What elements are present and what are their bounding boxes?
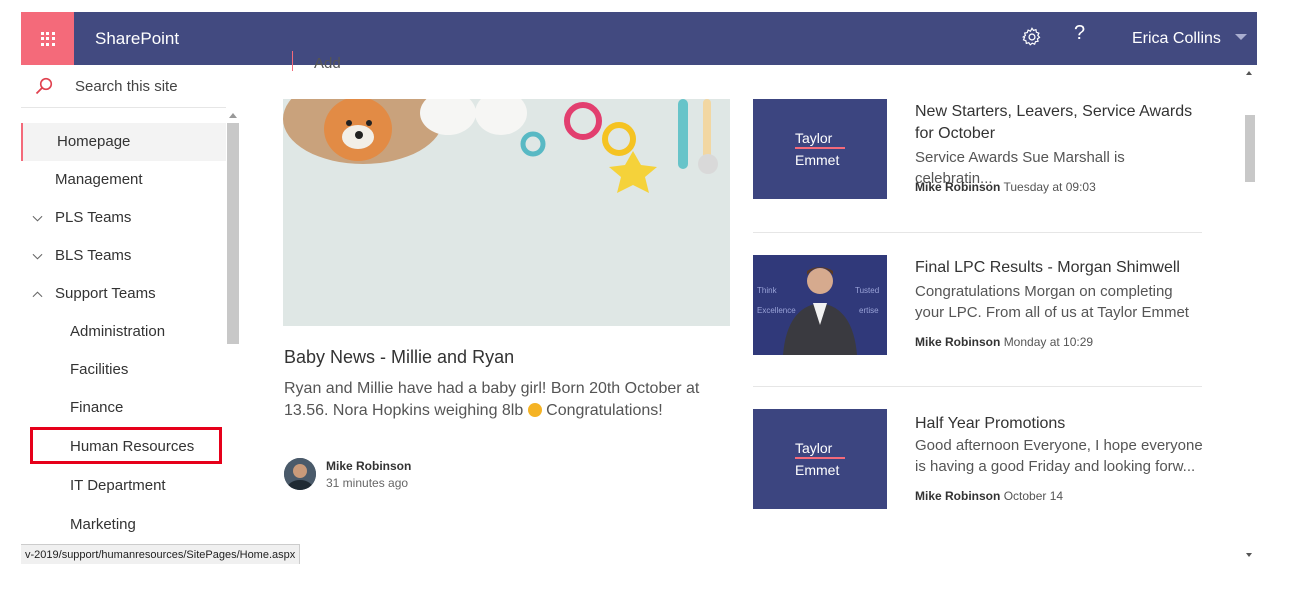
thumb-word: ertise [859,306,879,315]
nav-item-label: Administration [70,323,166,340]
smiling-face-emoji-icon [527,403,542,417]
divider [753,386,1202,387]
chevron-down-icon[interactable] [32,213,43,224]
logo-underline [795,147,845,149]
news-meta: Mike Robinson October 14 [915,489,1063,503]
nav-item-support-teams[interactable]: Support Teams [21,275,226,313]
logo-text: Emmet [795,152,840,168]
hero-description-text-end: Congratulations! [541,402,663,419]
news-title[interactable]: Half Year Promotions [915,413,1195,435]
portrait-photo: Think Excellence Tusted ertise [753,255,887,355]
nav-item-label: Facilities [70,361,129,378]
logo-underline [795,457,845,459]
highlight-box [30,427,222,464]
author-name[interactable]: Mike Robinson [326,459,411,473]
app-title[interactable]: SharePoint [95,12,179,65]
logo-text: Taylor [795,130,833,146]
nav-scrollbar-thumb[interactable] [227,123,239,344]
chevron-down-icon[interactable] [32,251,43,262]
page-scrollbar-thumb[interactable] [1245,115,1255,182]
nav-item-facilities[interactable]: Facilities [21,351,226,389]
nav-item-pls-teams[interactable]: PLS Teams [21,199,226,237]
hero-news-title[interactable]: Baby News - Millie and Ryan [284,347,514,368]
post-time: October 14 [1003,489,1064,503]
nav-item-it-department[interactable]: IT Department [21,467,226,505]
search-icon [35,77,53,95]
scroll-up-arrow-icon[interactable] [1246,71,1252,75]
author-name[interactable]: Mike Robinson [915,489,1000,503]
app-launcher-icon[interactable] [21,12,74,65]
news-description: Congratulations Morgan on completing you… [915,283,1189,321]
nav-item-label: Marketing [70,516,136,533]
divider [753,232,1202,233]
baby-items-image [283,99,730,326]
nav-item-label: Management [55,171,143,188]
add-section-line [292,51,293,71]
gear-icon[interactable] [1021,26,1043,48]
logo-text: Emmet [795,462,840,478]
site-navigation: Search this site Homepage Management PLS… [21,65,240,564]
thumb-word: Think [757,286,778,295]
nav-item-label: BLS Teams [55,247,132,264]
news-item[interactable]: Taylor Emmet New Starters, Leavers, Serv… [753,99,1203,209]
news-title[interactable]: Final LPC Results - Morgan Shimwell [915,257,1195,279]
thumb-word: Excellence [757,306,796,315]
news-thumbnail[interactable]: Think Excellence Tusted ertise [753,255,887,355]
author-name[interactable]: Mike Robinson [915,180,1000,194]
user-name[interactable]: Erica Collins [1132,12,1221,65]
news-thumbnail[interactable]: Taylor Emmet [753,99,887,199]
hero-news-image[interactable] [283,99,730,326]
status-bar-url: v-2019/support/humanresources/SitePages/… [21,544,301,564]
nav-item-marketing[interactable]: Marketing [21,506,226,544]
search-box[interactable]: Search this site [21,65,240,108]
nav-item-homepage[interactable]: Homepage [21,123,226,161]
post-time: Monday at 10:29 [1003,335,1094,349]
news-description: Good afternoon Everyone, I hope everyone… [915,437,1203,475]
suite-bar: SharePoint ? Erica Collins [21,12,1257,65]
news-meta: Mike Robinson Monday at 10:29 [915,335,1093,349]
news-item[interactable]: Taylor Emmet Half Year Promotions Good a… [753,409,1203,519]
add-button[interactable]: Add [314,55,341,72]
scroll-up-arrow-icon[interactable] [229,113,237,118]
nav-item-label: PLS Teams [55,209,132,226]
chevron-down-icon[interactable] [1235,34,1247,40]
news-item[interactable]: Think Excellence Tusted ertise Final LPC… [753,255,1203,365]
news-meta: Mike Robinson Tuesday at 09:03 [915,180,1096,194]
news-web-part: Add Baby News - Millie and Ryan Ryan and… [240,51,1242,564]
logo-text: Taylor [795,440,833,456]
nav-item-administration[interactable]: Administration [21,313,226,351]
nav-item-management[interactable]: Management [21,161,226,199]
post-time: 31 minutes ago [326,476,409,490]
news-title[interactable]: New Starters, Leavers, Service Awards fo… [915,101,1195,145]
news-thumbnail[interactable]: Taylor Emmet [753,409,887,509]
search-input[interactable]: Search this site [75,78,178,95]
sharepoint-window: SharePoint ? Erica Collins Search this s… [21,12,1257,564]
nav-item-label: Homepage [57,133,131,150]
nav-item-label: Finance [70,399,124,416]
nav-item-label: Support Teams [55,285,156,302]
help-icon[interactable]: ? [1074,22,1085,45]
nav-item-label: IT Department [70,477,166,494]
nav-item-bls-teams[interactable]: BLS Teams [21,237,226,275]
nav-item-finance[interactable]: Finance [21,389,226,427]
post-time: Tuesday at 09:03 [1003,180,1096,194]
scroll-down-arrow-icon[interactable] [1246,553,1252,557]
thumb-word: Tusted [855,286,879,295]
chevron-up-icon[interactable] [32,289,43,300]
hero-news-description: Ryan and Millie have had a baby girl! Bo… [284,378,714,422]
author-name[interactable]: Mike Robinson [915,335,1000,349]
avatar[interactable] [284,458,316,490]
